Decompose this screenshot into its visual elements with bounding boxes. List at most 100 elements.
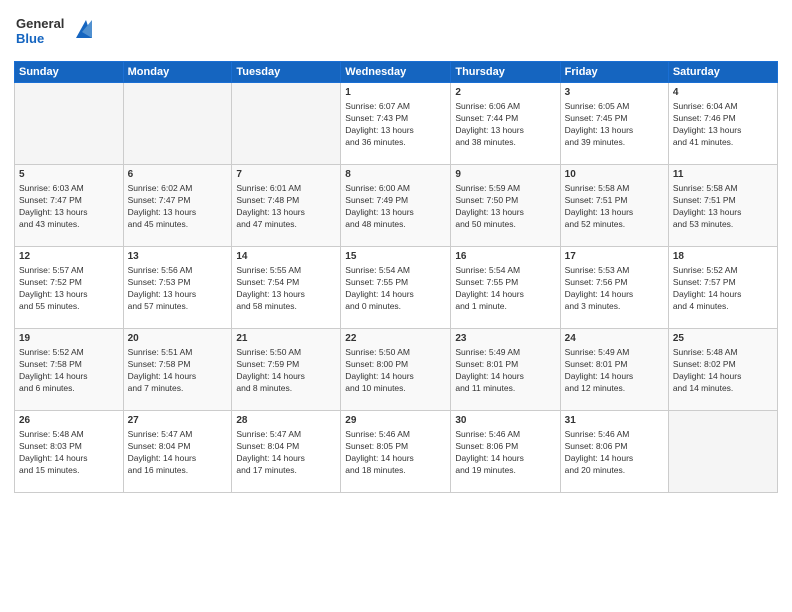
calendar-header-row: SundayMondayTuesdayWednesdayThursdayFrid… (15, 62, 778, 83)
calendar-cell: 24Sunrise: 5:49 AM Sunset: 8:01 PM Dayli… (560, 329, 668, 411)
svg-text:General: General (16, 16, 64, 31)
calendar: SundayMondayTuesdayWednesdayThursdayFrid… (14, 61, 778, 493)
day-number: 21 (236, 332, 336, 346)
day-number: 23 (455, 332, 555, 346)
day-number: 11 (673, 168, 773, 182)
weekday-header-thursday: Thursday (451, 62, 560, 83)
day-info: Sunrise: 5:47 AM Sunset: 8:04 PM Dayligh… (128, 429, 228, 477)
day-info: Sunrise: 5:49 AM Sunset: 8:01 PM Dayligh… (455, 347, 555, 395)
day-info: Sunrise: 6:05 AM Sunset: 7:45 PM Dayligh… (565, 101, 664, 149)
calendar-cell: 19Sunrise: 5:52 AM Sunset: 7:58 PM Dayli… (15, 329, 124, 411)
header: General Blue (14, 10, 778, 55)
day-number: 18 (673, 250, 773, 264)
weekday-header-saturday: Saturday (668, 62, 777, 83)
svg-text:Blue: Blue (16, 31, 44, 46)
calendar-cell: 30Sunrise: 5:46 AM Sunset: 8:06 PM Dayli… (451, 411, 560, 493)
calendar-cell: 1Sunrise: 6:07 AM Sunset: 7:43 PM Daylig… (341, 83, 451, 165)
day-number: 2 (455, 86, 555, 100)
day-number: 15 (345, 250, 446, 264)
calendar-cell (15, 83, 124, 165)
weekday-header-monday: Monday (123, 62, 232, 83)
calendar-cell: 6Sunrise: 6:02 AM Sunset: 7:47 PM Daylig… (123, 165, 232, 247)
day-info: Sunrise: 5:55 AM Sunset: 7:54 PM Dayligh… (236, 265, 336, 313)
day-number: 10 (565, 168, 664, 182)
calendar-week-2: 5Sunrise: 6:03 AM Sunset: 7:47 PM Daylig… (15, 165, 778, 247)
calendar-week-4: 19Sunrise: 5:52 AM Sunset: 7:58 PM Dayli… (15, 329, 778, 411)
day-number: 22 (345, 332, 446, 346)
day-info: Sunrise: 6:07 AM Sunset: 7:43 PM Dayligh… (345, 101, 446, 149)
calendar-cell: 9Sunrise: 5:59 AM Sunset: 7:50 PM Daylig… (451, 165, 560, 247)
calendar-cell: 17Sunrise: 5:53 AM Sunset: 7:56 PM Dayli… (560, 247, 668, 329)
day-number: 31 (565, 414, 664, 428)
calendar-cell: 16Sunrise: 5:54 AM Sunset: 7:55 PM Dayli… (451, 247, 560, 329)
day-number: 14 (236, 250, 336, 264)
day-number: 17 (565, 250, 664, 264)
calendar-cell: 22Sunrise: 5:50 AM Sunset: 8:00 PM Dayli… (341, 329, 451, 411)
day-number: 30 (455, 414, 555, 428)
day-number: 3 (565, 86, 664, 100)
day-info: Sunrise: 5:50 AM Sunset: 7:59 PM Dayligh… (236, 347, 336, 395)
calendar-cell: 14Sunrise: 5:55 AM Sunset: 7:54 PM Dayli… (232, 247, 341, 329)
day-info: Sunrise: 5:56 AM Sunset: 7:53 PM Dayligh… (128, 265, 228, 313)
day-info: Sunrise: 5:54 AM Sunset: 7:55 PM Dayligh… (345, 265, 446, 313)
calendar-cell: 26Sunrise: 5:48 AM Sunset: 8:03 PM Dayli… (15, 411, 124, 493)
weekday-header-friday: Friday (560, 62, 668, 83)
day-info: Sunrise: 5:46 AM Sunset: 8:06 PM Dayligh… (455, 429, 555, 477)
calendar-cell: 23Sunrise: 5:49 AM Sunset: 8:01 PM Dayli… (451, 329, 560, 411)
day-info: Sunrise: 5:48 AM Sunset: 8:03 PM Dayligh… (19, 429, 119, 477)
day-number: 6 (128, 168, 228, 182)
day-number: 4 (673, 86, 773, 100)
calendar-cell (232, 83, 341, 165)
day-number: 16 (455, 250, 555, 264)
day-info: Sunrise: 5:53 AM Sunset: 7:56 PM Dayligh… (565, 265, 664, 313)
day-info: Sunrise: 5:49 AM Sunset: 8:01 PM Dayligh… (565, 347, 664, 395)
day-number: 13 (128, 250, 228, 264)
calendar-cell: 13Sunrise: 5:56 AM Sunset: 7:53 PM Dayli… (123, 247, 232, 329)
day-info: Sunrise: 5:58 AM Sunset: 7:51 PM Dayligh… (673, 183, 773, 231)
day-info: Sunrise: 6:01 AM Sunset: 7:48 PM Dayligh… (236, 183, 336, 231)
day-info: Sunrise: 6:00 AM Sunset: 7:49 PM Dayligh… (345, 183, 446, 231)
calendar-week-1: 1Sunrise: 6:07 AM Sunset: 7:43 PM Daylig… (15, 83, 778, 165)
day-number: 27 (128, 414, 228, 428)
calendar-week-5: 26Sunrise: 5:48 AM Sunset: 8:03 PM Dayli… (15, 411, 778, 493)
calendar-cell: 18Sunrise: 5:52 AM Sunset: 7:57 PM Dayli… (668, 247, 777, 329)
day-info: Sunrise: 6:06 AM Sunset: 7:44 PM Dayligh… (455, 101, 555, 149)
calendar-cell: 27Sunrise: 5:47 AM Sunset: 8:04 PM Dayli… (123, 411, 232, 493)
calendar-week-3: 12Sunrise: 5:57 AM Sunset: 7:52 PM Dayli… (15, 247, 778, 329)
day-number: 20 (128, 332, 228, 346)
page: General Blue SundayMondayTuesdayWednesda… (0, 0, 792, 612)
weekday-header-wednesday: Wednesday (341, 62, 451, 83)
day-info: Sunrise: 5:59 AM Sunset: 7:50 PM Dayligh… (455, 183, 555, 231)
calendar-cell: 12Sunrise: 5:57 AM Sunset: 7:52 PM Dayli… (15, 247, 124, 329)
day-info: Sunrise: 5:50 AM Sunset: 8:00 PM Dayligh… (345, 347, 446, 395)
day-number: 7 (236, 168, 336, 182)
day-info: Sunrise: 5:52 AM Sunset: 7:58 PM Dayligh… (19, 347, 119, 395)
day-number: 12 (19, 250, 119, 264)
day-number: 24 (565, 332, 664, 346)
day-info: Sunrise: 5:52 AM Sunset: 7:57 PM Dayligh… (673, 265, 773, 313)
day-info: Sunrise: 6:04 AM Sunset: 7:46 PM Dayligh… (673, 101, 773, 149)
calendar-cell: 31Sunrise: 5:46 AM Sunset: 8:06 PM Dayli… (560, 411, 668, 493)
calendar-cell: 7Sunrise: 6:01 AM Sunset: 7:48 PM Daylig… (232, 165, 341, 247)
day-number: 9 (455, 168, 555, 182)
day-info: Sunrise: 6:02 AM Sunset: 7:47 PM Dayligh… (128, 183, 228, 231)
day-info: Sunrise: 5:46 AM Sunset: 8:05 PM Dayligh… (345, 429, 446, 477)
calendar-cell: 10Sunrise: 5:58 AM Sunset: 7:51 PM Dayli… (560, 165, 668, 247)
day-info: Sunrise: 5:46 AM Sunset: 8:06 PM Dayligh… (565, 429, 664, 477)
logo-icon: General Blue (14, 10, 94, 50)
calendar-cell: 20Sunrise: 5:51 AM Sunset: 7:58 PM Dayli… (123, 329, 232, 411)
calendar-cell: 29Sunrise: 5:46 AM Sunset: 8:05 PM Dayli… (341, 411, 451, 493)
logo: General Blue (14, 10, 94, 55)
calendar-cell (123, 83, 232, 165)
calendar-cell: 3Sunrise: 6:05 AM Sunset: 7:45 PM Daylig… (560, 83, 668, 165)
day-number: 5 (19, 168, 119, 182)
day-number: 1 (345, 86, 446, 100)
day-number: 26 (19, 414, 119, 428)
calendar-cell: 28Sunrise: 5:47 AM Sunset: 8:04 PM Dayli… (232, 411, 341, 493)
day-info: Sunrise: 5:58 AM Sunset: 7:51 PM Dayligh… (565, 183, 664, 231)
calendar-cell (668, 411, 777, 493)
day-info: Sunrise: 5:57 AM Sunset: 7:52 PM Dayligh… (19, 265, 119, 313)
weekday-header-sunday: Sunday (15, 62, 124, 83)
calendar-cell: 8Sunrise: 6:00 AM Sunset: 7:49 PM Daylig… (341, 165, 451, 247)
day-number: 25 (673, 332, 773, 346)
